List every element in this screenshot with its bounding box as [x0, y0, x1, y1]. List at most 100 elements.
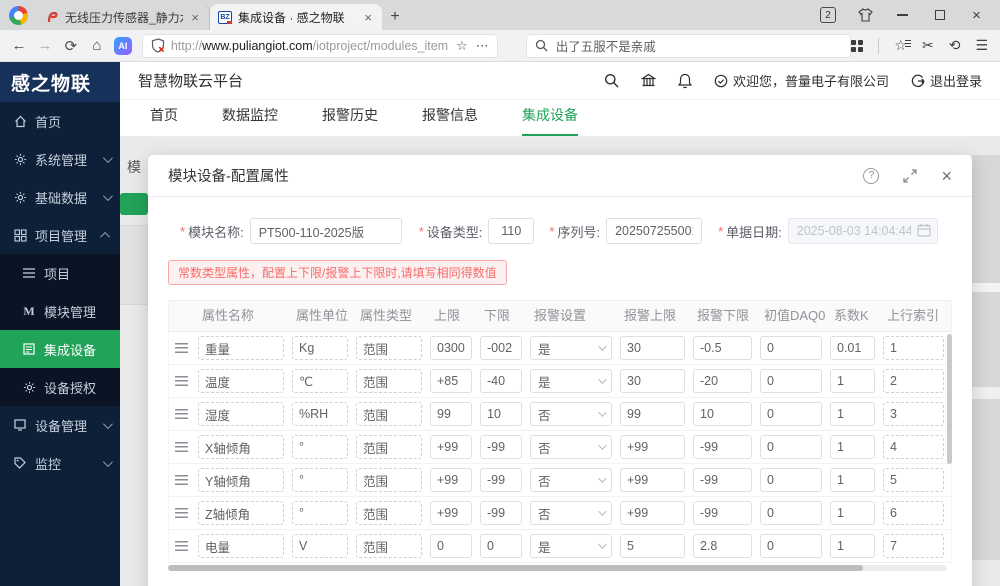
more-options-icon[interactable]: ⋯ [476, 38, 489, 54]
unit-input[interactable] [292, 501, 348, 525]
tab-home[interactable]: 首页 [150, 105, 178, 136]
header-search-icon[interactable] [604, 73, 619, 88]
upper-input[interactable] [430, 435, 472, 459]
header-bell-icon[interactable] [677, 73, 692, 89]
theme-shirt-icon[interactable] [858, 8, 873, 23]
alarm_upper-input[interactable] [620, 369, 685, 393]
tab-alarm-history[interactable]: 报警历史 [322, 105, 378, 136]
init-input[interactable] [760, 468, 822, 492]
alarm-select[interactable]: 否 [530, 402, 612, 426]
alarm_upper-input[interactable] [620, 402, 685, 426]
type-input[interactable] [356, 468, 422, 492]
name-input[interactable] [198, 435, 284, 459]
type-input[interactable] [356, 435, 422, 459]
init-input[interactable] [760, 501, 822, 525]
alarm-select[interactable]: 是 [530, 336, 612, 360]
init-input[interactable] [760, 435, 822, 459]
drag-handle-icon[interactable] [169, 475, 194, 485]
type-input[interactable] [356, 336, 422, 360]
module-name-input[interactable] [249, 218, 402, 244]
drag-handle-icon[interactable] [169, 442, 194, 452]
alarm_lower-input[interactable] [693, 534, 752, 558]
fullscreen-icon[interactable] [903, 168, 918, 183]
lower-input[interactable] [480, 336, 522, 360]
alarm_lower-input[interactable] [693, 369, 752, 393]
index-input[interactable] [883, 468, 944, 492]
alarm-select[interactable]: 否 [530, 435, 612, 459]
tab-data-monitor[interactable]: 数据监控 [222, 105, 278, 136]
table-vertical-scrollbar[interactable] [947, 334, 952, 563]
date-input[interactable] [787, 218, 938, 244]
k-input[interactable] [830, 435, 875, 459]
browser-menu-icon[interactable]: ☰ [975, 37, 988, 54]
alarm_lower-input[interactable] [693, 468, 752, 492]
k-input[interactable] [830, 402, 875, 426]
drag-handle-icon[interactable] [169, 409, 194, 419]
scrollbar-thumb[interactable] [168, 565, 863, 571]
unit-input[interactable] [292, 402, 348, 426]
alarm_upper-input[interactable] [620, 501, 685, 525]
init-input[interactable] [760, 534, 822, 558]
alarm_upper-input[interactable] [620, 336, 685, 360]
name-input[interactable] [198, 468, 284, 492]
unit-input[interactable] [292, 435, 348, 459]
browser-logo-icon[interactable] [9, 6, 28, 25]
alarm_lower-input[interactable] [693, 336, 752, 360]
url-text[interactable]: http://www.puliangiot.com/iotproject/mod… [171, 39, 448, 53]
index-input[interactable] [883, 534, 944, 558]
quick-search-bar[interactable]: 出了五服不是亲戚 [525, 33, 852, 58]
alarm-select[interactable]: 否 [530, 468, 612, 492]
sidebar-subitem-device-auth[interactable]: 设备授权 [0, 368, 120, 406]
logout-button[interactable]: 退出登录 [911, 71, 982, 90]
sidebar-item-basic-data[interactable]: 基础数据 [0, 178, 120, 216]
upper-input[interactable] [430, 336, 472, 360]
drag-handle-icon[interactable] [169, 508, 194, 518]
lower-input[interactable] [480, 501, 522, 525]
browser-tab-1[interactable]: 无线压力传感器_静力水准仪_ × [38, 4, 210, 30]
upper-input[interactable] [430, 402, 472, 426]
tab-alarm-info[interactable]: 报警信息 [422, 105, 478, 136]
unit-input[interactable] [292, 534, 348, 558]
alarm_lower-input[interactable] [693, 402, 752, 426]
lower-input[interactable] [480, 369, 522, 393]
close-window-button[interactable]: × [969, 8, 984, 23]
name-input[interactable] [198, 336, 284, 360]
browser-tab-2[interactable]: BZ 集成设备 · 感之物联 × [210, 4, 382, 30]
tab1-close-icon[interactable]: × [189, 10, 201, 25]
sidebar-subitem-project[interactable]: 项目 [0, 254, 120, 292]
type-input[interactable] [356, 534, 422, 558]
alarm-select[interactable]: 是 [530, 369, 612, 393]
k-input[interactable] [830, 468, 875, 492]
type-input[interactable] [356, 501, 422, 525]
lower-input[interactable] [480, 534, 522, 558]
name-input[interactable] [198, 534, 284, 558]
alarm_lower-input[interactable] [693, 501, 752, 525]
window-badge[interactable]: 2 [820, 7, 836, 23]
forward-button[interactable]: → [32, 37, 58, 54]
home-button[interactable]: ⌂ [84, 37, 110, 54]
ai-assistant-button[interactable]: AI [113, 36, 132, 55]
k-input[interactable] [830, 369, 875, 393]
init-input[interactable] [760, 336, 822, 360]
type-input[interactable] [356, 369, 422, 393]
welcome-account[interactable]: 欢迎您，普量电子有限公司 [714, 71, 889, 90]
alarm_upper-input[interactable] [620, 435, 685, 459]
address-bar[interactable]: http://www.puliangiot.com/iotproject/mod… [141, 33, 498, 58]
index-input[interactable] [883, 501, 944, 525]
favorites-list-icon[interactable]: ☆ [894, 37, 911, 54]
apps-grid-icon[interactable] [851, 39, 864, 52]
sidebar-item-home[interactable]: 首页 [0, 102, 120, 140]
alarm-select[interactable]: 是 [530, 534, 612, 558]
tab-integrated-device[interactable]: 集成设备 [522, 105, 578, 136]
name-input[interactable] [198, 501, 284, 525]
table-horizontal-scrollbar[interactable] [168, 565, 947, 571]
unit-input[interactable] [292, 468, 348, 492]
screenshot-scissors-icon[interactable]: ✂ [922, 37, 934, 54]
alarm_upper-input[interactable] [620, 534, 685, 558]
undo-icon[interactable]: ⟲ [949, 37, 961, 54]
upper-input[interactable] [430, 534, 472, 558]
index-input[interactable] [883, 369, 944, 393]
init-input[interactable] [760, 369, 822, 393]
upper-input[interactable] [430, 369, 472, 393]
alarm_lower-input[interactable] [693, 435, 752, 459]
